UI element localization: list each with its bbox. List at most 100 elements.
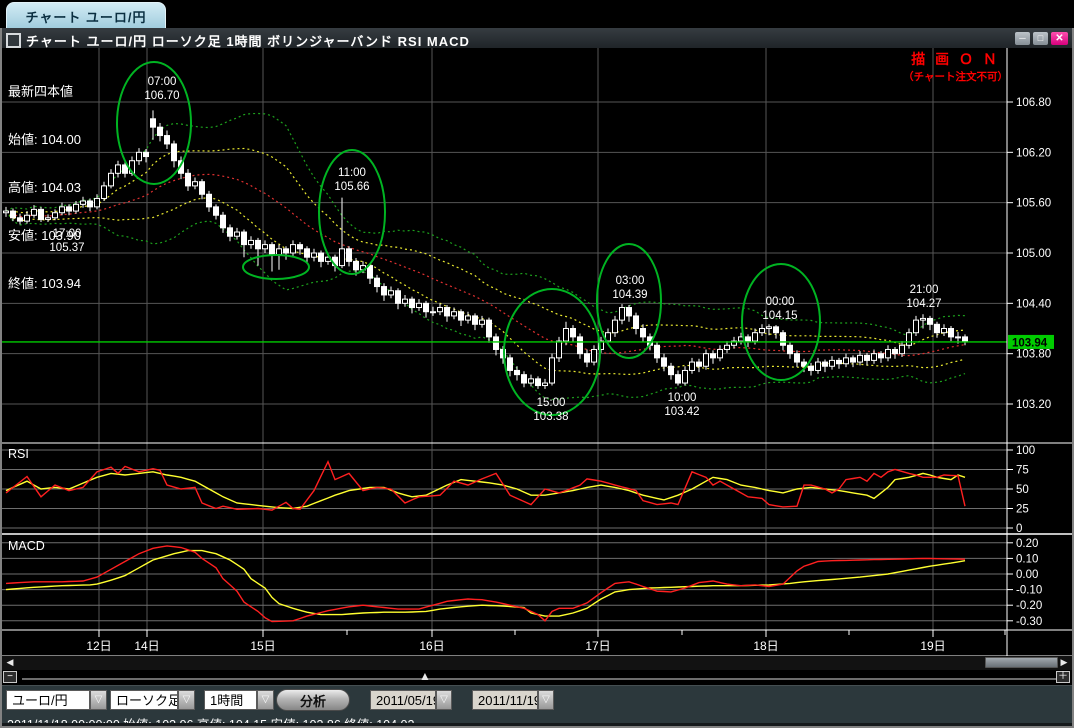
- zoom-out-button[interactable]: −: [3, 671, 17, 683]
- zoom-slider-handle[interactable]: ▲: [419, 669, 431, 683]
- candle-body: [879, 354, 884, 358]
- candle-body: [788, 345, 793, 353]
- macd-axis-label: -0.10: [1016, 585, 1042, 597]
- chart-canvas[interactable]: 07:00106.7011:00105.6617:00105.3703:0010…: [0, 0, 1074, 660]
- scroll-left-button[interactable]: ◀: [3, 656, 17, 669]
- candle-body: [690, 362, 695, 370]
- candle-body: [382, 287, 387, 295]
- candle-body: [242, 232, 247, 245]
- candle-body: [592, 349, 597, 362]
- candle-body: [781, 333, 786, 346]
- candle-body: [473, 316, 478, 324]
- candle-body: [116, 165, 121, 173]
- candle-body: [543, 383, 548, 386]
- candle-body: [963, 337, 968, 342]
- rsi-axis-label: 100: [1016, 445, 1035, 457]
- current-price-badge-label: 103.94: [1012, 337, 1048, 349]
- candle-body: [872, 354, 877, 361]
- candle-body: [536, 379, 541, 386]
- scroll-right-button[interactable]: ▶: [1057, 656, 1071, 669]
- candle-body: [613, 320, 618, 333]
- rsi-axis-label: 50: [1016, 484, 1029, 496]
- timeframe-select-arrow-icon[interactable]: ▽: [257, 690, 274, 710]
- date-from-arrow-icon[interactable]: ▽: [436, 690, 452, 710]
- horizontal-scrollbar[interactable]: ◀ ▶: [0, 656, 1074, 670]
- candle-body: [704, 354, 709, 367]
- x-axis-label: 15日: [250, 639, 275, 653]
- candle-body: [718, 349, 723, 357]
- candle-body: [683, 370, 688, 383]
- candle-body: [676, 375, 681, 383]
- chart-type-select-arrow-icon[interactable]: ▽: [178, 690, 195, 710]
- x-axis-label: 14日: [134, 639, 159, 653]
- candle-body: [347, 249, 352, 262]
- candle-body: [760, 329, 765, 333]
- candle-body: [907, 333, 912, 346]
- price-axis-label: 105.00: [1016, 248, 1051, 260]
- symbol-select[interactable]: ユーロ/円: [6, 690, 90, 710]
- rsi-label: RSI: [8, 447, 29, 461]
- macd-axis-label: 0.00: [1016, 569, 1038, 581]
- candle-body: [529, 379, 534, 383]
- annotation-time: 10:00: [668, 392, 697, 404]
- chart-type-select[interactable]: ローソク足: [110, 690, 178, 710]
- candle-body: [452, 312, 457, 316]
- candle-body: [893, 349, 898, 353]
- price-axis-label: 106.20: [1016, 147, 1051, 159]
- x-axis-label: 12日: [86, 639, 111, 653]
- quote-title: 最新四本値: [8, 84, 81, 100]
- draw-mode-on-text: 描 画 Ｏ Ｎ: [903, 49, 1008, 69]
- x-axis-label: 18日: [753, 639, 778, 653]
- draw-mode-notice: 描 画 Ｏ Ｎ （チャート注文不可）: [903, 49, 1008, 84]
- candle-body: [312, 253, 317, 257]
- candle-body: [375, 278, 380, 286]
- candle-body: [487, 320, 492, 337]
- candle-body: [109, 173, 114, 186]
- candle-body: [564, 329, 569, 342]
- candle-body: [277, 249, 282, 255]
- candle-body: [340, 249, 345, 266]
- candle-body: [914, 320, 919, 333]
- timeframe-select[interactable]: 1時間: [204, 690, 257, 710]
- candle-body: [725, 345, 730, 349]
- candle-body: [655, 345, 660, 358]
- date-from-field[interactable]: 2011/05/19: [370, 690, 436, 710]
- annotation-price: 106.70: [144, 90, 179, 102]
- candle-body: [886, 349, 891, 357]
- candle-body: [816, 362, 821, 370]
- zoom-in-button[interactable]: ＋: [1056, 671, 1070, 683]
- zoom-slider-row: − ▲ ＋: [0, 670, 1074, 685]
- control-bar: ユーロ/円 ▽ ローソク足 ▽ 1時間 ▽ 分析 2011/05/19 ▽ 20…: [0, 685, 1074, 728]
- macd-axis-label: -0.30: [1016, 616, 1042, 628]
- candle-body: [95, 198, 100, 206]
- candle-body: [263, 245, 268, 249]
- candle-body: [578, 337, 583, 354]
- date-to-field[interactable]: 2011/11/19: [472, 690, 538, 710]
- symbol-select-arrow-icon[interactable]: ▽: [90, 690, 107, 710]
- candle-body: [403, 299, 408, 303]
- annotation-price: 103.42: [664, 406, 699, 418]
- zoom-slider-track[interactable]: [22, 678, 1056, 680]
- price-axis-label: 103.80: [1016, 349, 1051, 361]
- annotation-time: 15:00: [537, 397, 566, 409]
- scrollbar-thumb[interactable]: [985, 657, 1058, 668]
- annotation-price: 105.66: [334, 181, 369, 193]
- quote-close: 終値: 103.94: [8, 276, 81, 292]
- candle-body: [949, 329, 954, 337]
- price-axis-label: 106.80: [1016, 97, 1051, 109]
- x-axis-label: 19日: [920, 639, 945, 653]
- rsi-axis-label: 0: [1016, 523, 1022, 535]
- rsi-axis-label: 25: [1016, 504, 1029, 516]
- date-to-arrow-icon[interactable]: ▽: [538, 690, 554, 710]
- analyze-button[interactable]: 分析: [276, 689, 350, 711]
- macd-axis-label: -0.20: [1016, 600, 1042, 612]
- price-axis-label: 104.40: [1016, 298, 1051, 310]
- candle-body: [137, 152, 142, 160]
- candle-body: [235, 232, 240, 236]
- macd-label: MACD: [8, 539, 45, 553]
- price-axis-label: 103.20: [1016, 399, 1051, 411]
- candle-body: [319, 253, 324, 261]
- candle-body: [942, 329, 947, 333]
- candle-body: [865, 355, 870, 360]
- candle-body: [627, 308, 632, 316]
